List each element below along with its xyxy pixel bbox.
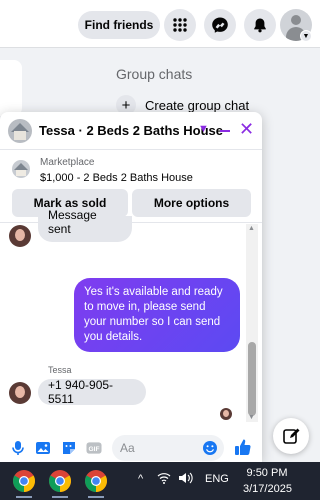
chevron-down-icon[interactable]: ▼ [300, 30, 312, 42]
sticker-icon[interactable] [61, 440, 77, 456]
chat-header[interactable]: Tessa · 2 Beds 2 Baths House ▼ ✕ [0, 112, 262, 150]
chrome-taskbar-icon[interactable] [12, 469, 36, 498]
chrome-taskbar-icon[interactable] [84, 469, 108, 498]
minimize-icon[interactable] [220, 130, 230, 132]
sender-avatar[interactable] [9, 382, 31, 404]
house-roof [14, 163, 28, 170]
seen-receipt-avatar [220, 408, 232, 420]
close-icon[interactable]: ✕ [239, 120, 254, 138]
thumbs-up-icon[interactable] [234, 438, 252, 456]
taskbar-active-indicator [16, 496, 32, 498]
more-options-button[interactable]: More options [132, 189, 251, 217]
scroll-down-arrow[interactable]: ▼ [248, 414, 255, 421]
marketplace-label: Marketplace [40, 157, 95, 168]
listing-thumbnail[interactable] [12, 160, 30, 178]
microphone-icon[interactable] [10, 440, 26, 456]
scrollbar-thumb[interactable] [248, 342, 256, 416]
message-input[interactable] [120, 439, 202, 457]
avatar-face [223, 410, 229, 417]
sender-name-label: Tessa [48, 365, 72, 375]
new-message-button[interactable] [273, 418, 309, 454]
windows-taskbar: ^ ENG 9:50 PM 3/17/2025 [0, 462, 320, 500]
chat-window: Tessa · 2 Beds 2 Baths House ▼ ✕ Marketp… [0, 112, 262, 462]
avatar-head [291, 15, 301, 25]
avatar-face [15, 229, 25, 241]
chat-avatar[interactable] [8, 119, 32, 143]
taskbar-clock-time[interactable]: 9:50 PM [243, 467, 291, 479]
volume-icon[interactable] [178, 471, 194, 488]
message-bubble-incoming: +1 940-905-5511 [38, 378, 146, 406]
gif-icon[interactable]: GIF [86, 440, 102, 456]
group-chats-heading: Group chats [116, 66, 193, 82]
sender-avatar[interactable] [9, 225, 31, 247]
taskbar-clock-date[interactable]: 3/17/2025 [243, 483, 292, 495]
message-composer: GIF [0, 430, 262, 462]
taskbar-active-indicator [52, 496, 68, 498]
wifi-icon[interactable] [157, 471, 171, 488]
message-bubble-incoming-partial: Message sent [38, 208, 132, 242]
message-input-container [112, 435, 224, 461]
left-panel-card [0, 60, 22, 116]
find-friends-button[interactable]: Find friends [78, 11, 160, 39]
taskbar-active-indicator [88, 496, 104, 498]
chevron-up-icon[interactable]: ^ [138, 473, 143, 485]
chrome-taskbar-icon[interactable] [48, 469, 72, 498]
avatar-face [15, 386, 25, 398]
language-indicator[interactable]: ENG [205, 473, 229, 485]
emoji-icon[interactable] [202, 440, 218, 456]
photo-icon[interactable] [35, 440, 51, 456]
top-navigation-bar: Find friends ▼ [0, 0, 320, 48]
chat-title[interactable]: Tessa · 2 Beds 2 Baths House [39, 123, 223, 138]
scroll-up-arrow[interactable]: ▲ [248, 225, 255, 232]
message-bubble-outgoing: Yes it's available and ready to move in,… [74, 278, 240, 352]
listing-title[interactable]: $1,000 - 2 Beds 2 Baths House [40, 172, 193, 184]
house-wall [16, 170, 26, 176]
menu-grid-icon[interactable] [164, 9, 196, 41]
house-wall [14, 131, 26, 140]
compose-icon [283, 428, 300, 444]
messenger-icon[interactable] [204, 9, 236, 41]
bell-icon[interactable] [244, 9, 276, 41]
chevron-down-icon[interactable]: ▼ [198, 123, 209, 135]
svg-text:GIF: GIF [89, 446, 100, 453]
create-group-chat-label: Create group chat [145, 97, 250, 113]
